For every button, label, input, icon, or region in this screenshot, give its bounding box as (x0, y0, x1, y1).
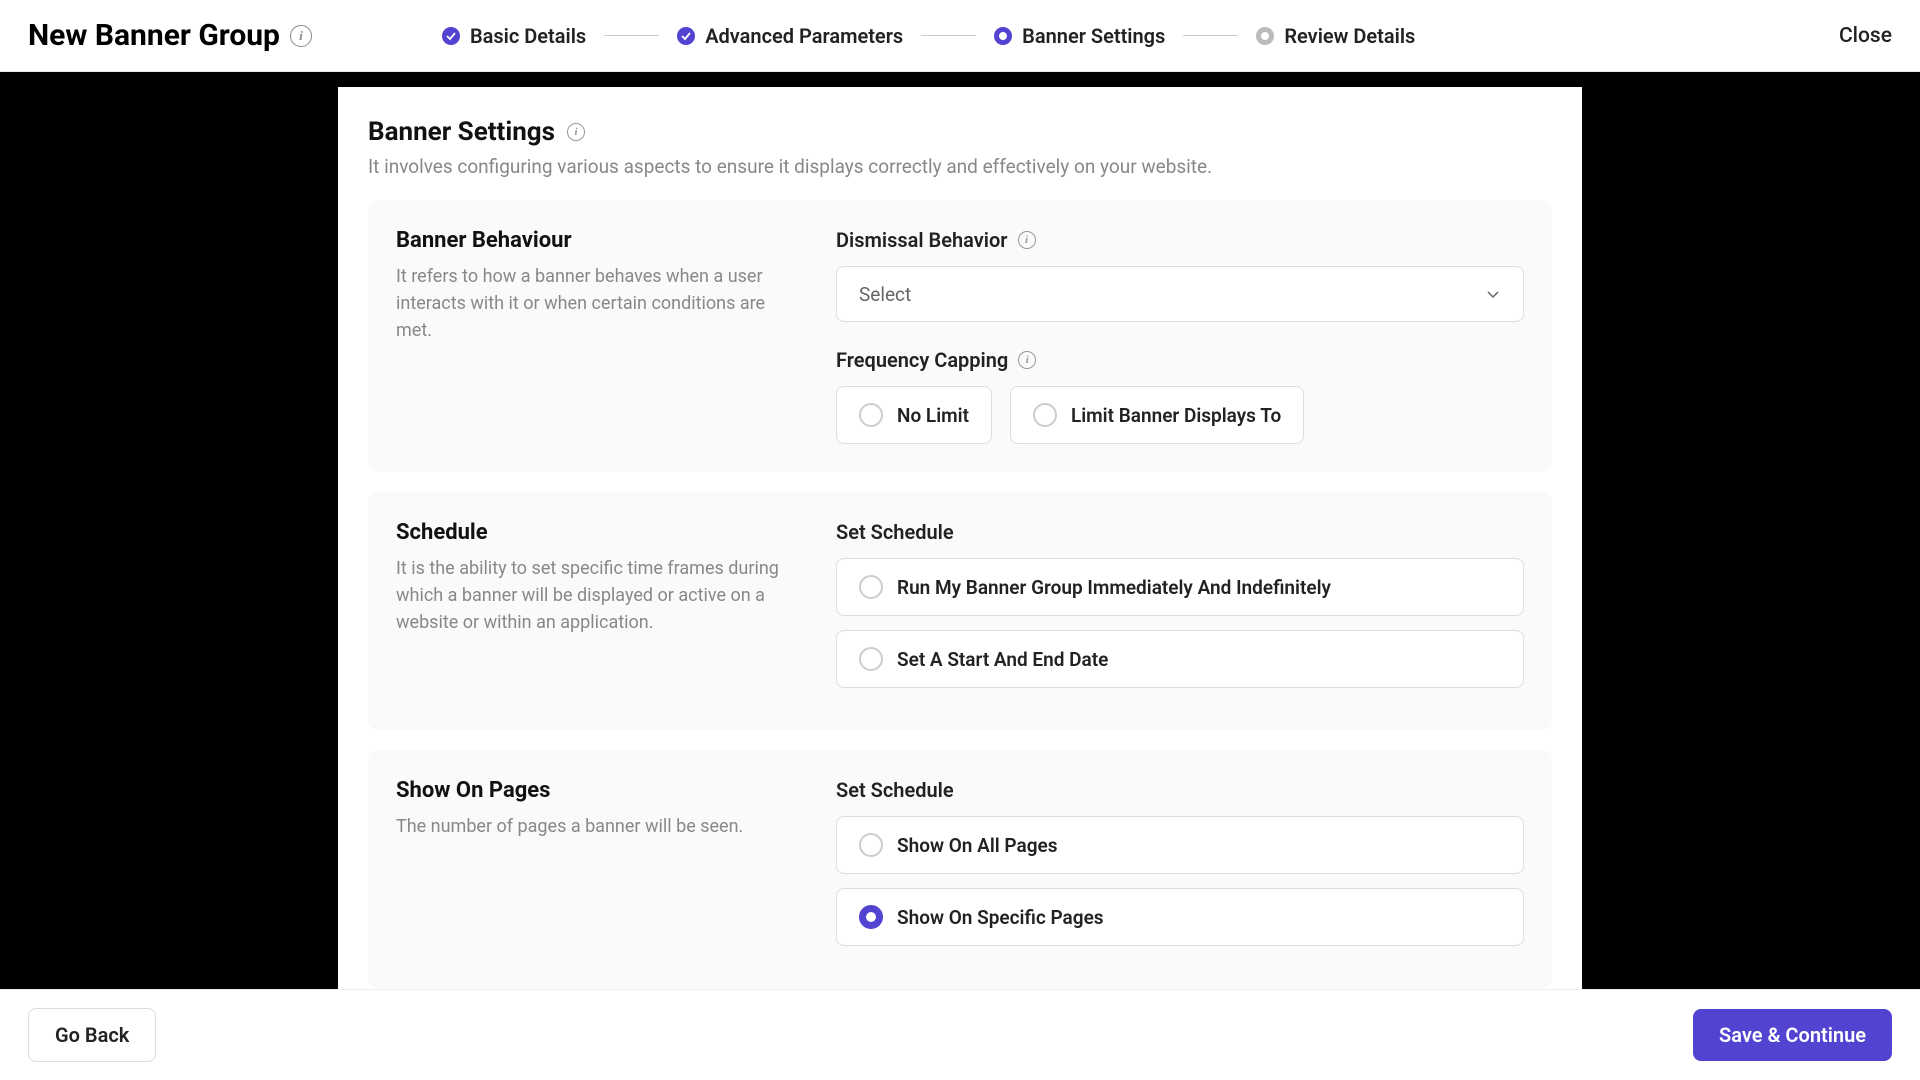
banner-behaviour-card: Banner Behaviour It refers to how a bann… (368, 200, 1552, 472)
step-label: Basic Details (470, 24, 586, 48)
set-schedule-text: Set Schedule (836, 778, 954, 802)
dismissal-label: Dismissal Behavior i (836, 228, 1524, 252)
section-subtitle: It involves configuring various aspects … (368, 155, 1552, 178)
frequency-options: No Limit Limit Banner Displays To (836, 386, 1524, 444)
stepper: Basic Details Advanced Parameters Banner… (442, 24, 1415, 48)
option-label: Show On All Pages (897, 834, 1058, 857)
step-label: Advanced Parameters (705, 24, 903, 48)
check-icon (677, 27, 695, 45)
footer: Go Back Save & Continue (0, 989, 1920, 1080)
set-date-option[interactable]: Set A Start And End Date (836, 630, 1524, 688)
card-title: Show On Pages (396, 778, 796, 803)
limit-displays-option[interactable]: Limit Banner Displays To (1010, 386, 1304, 444)
info-icon[interactable]: i (1018, 351, 1036, 369)
header: New Banner Group i Basic Details Advance… (0, 0, 1920, 72)
page-title-text: New Banner Group (28, 18, 280, 53)
set-schedule-text: Set Schedule (836, 520, 954, 544)
option-label: Limit Banner Displays To (1071, 404, 1281, 427)
step-review-details[interactable]: Review Details (1256, 24, 1415, 48)
body-area: Banner Settings i It involves configurin… (0, 72, 1920, 989)
no-limit-option[interactable]: No Limit (836, 386, 992, 444)
radio-checked-icon (859, 905, 883, 929)
card-left: Show On Pages The number of pages a bann… (396, 778, 796, 960)
step-connector (1183, 35, 1238, 36)
step-advanced-parameters[interactable]: Advanced Parameters (677, 24, 903, 48)
info-icon[interactable]: i (567, 123, 585, 141)
card-left: Banner Behaviour It refers to how a bann… (396, 228, 796, 444)
card-desc: The number of pages a banner will be see… (396, 813, 796, 840)
active-step-icon (994, 27, 1012, 45)
section-title-row: Banner Settings i (368, 117, 1552, 147)
option-label: No Limit (897, 404, 969, 427)
page-title: New Banner Group i (28, 18, 312, 53)
option-label: Run My Banner Group Immediately And Inde… (897, 576, 1331, 599)
go-back-button[interactable]: Go Back (28, 1008, 156, 1062)
option-label: Show On Specific Pages (897, 906, 1104, 929)
radio-icon (1033, 403, 1057, 427)
show-specific-pages-option[interactable]: Show On Specific Pages (836, 888, 1524, 946)
close-button[interactable]: Close (1839, 24, 1892, 48)
card-left: Schedule It is the ability to set specif… (396, 520, 796, 702)
radio-icon (859, 403, 883, 427)
step-label: Review Details (1284, 24, 1415, 48)
dismissal-label-text: Dismissal Behavior (836, 228, 1008, 252)
pending-step-icon (1256, 27, 1274, 45)
show-on-pages-card: Show On Pages The number of pages a bann… (368, 750, 1552, 988)
info-icon[interactable]: i (290, 25, 312, 47)
step-connector (604, 35, 659, 36)
section-title: Banner Settings (368, 117, 555, 147)
show-all-pages-option[interactable]: Show On All Pages (836, 816, 1524, 874)
run-immediately-option[interactable]: Run My Banner Group Immediately And Inde… (836, 558, 1524, 616)
step-basic-details[interactable]: Basic Details (442, 24, 586, 48)
card-desc: It is the ability to set specific time f… (396, 555, 796, 636)
set-schedule-label: Set Schedule (836, 778, 1524, 802)
card-right: Set Schedule Run My Banner Group Immedia… (836, 520, 1524, 702)
card-title: Schedule (396, 520, 796, 545)
set-schedule-label: Set Schedule (836, 520, 1524, 544)
card-right: Set Schedule Show On All Pages Show On S… (836, 778, 1524, 960)
check-icon (442, 27, 460, 45)
content-panel: Banner Settings i It involves configurin… (338, 87, 1582, 989)
card-desc: It refers to how a banner behaves when a… (396, 263, 796, 344)
frequency-label-text: Frequency Capping (836, 348, 1008, 372)
option-label: Set A Start And End Date (897, 648, 1108, 671)
frequency-label: Frequency Capping i (836, 348, 1524, 372)
radio-icon (859, 833, 883, 857)
select-placeholder: Select (859, 283, 911, 306)
dismissal-select[interactable]: Select (836, 266, 1524, 322)
step-label: Banner Settings (1022, 24, 1165, 48)
schedule-card: Schedule It is the ability to set specif… (368, 492, 1552, 730)
step-connector (921, 35, 976, 36)
radio-icon (859, 575, 883, 599)
card-title: Banner Behaviour (396, 228, 796, 253)
save-continue-button[interactable]: Save & Continue (1693, 1009, 1892, 1061)
radio-icon (859, 647, 883, 671)
card-right: Dismissal Behavior i Select Frequency Ca… (836, 228, 1524, 444)
chevron-down-icon (1485, 286, 1501, 302)
step-banner-settings[interactable]: Banner Settings (994, 24, 1165, 48)
info-icon[interactable]: i (1018, 231, 1036, 249)
